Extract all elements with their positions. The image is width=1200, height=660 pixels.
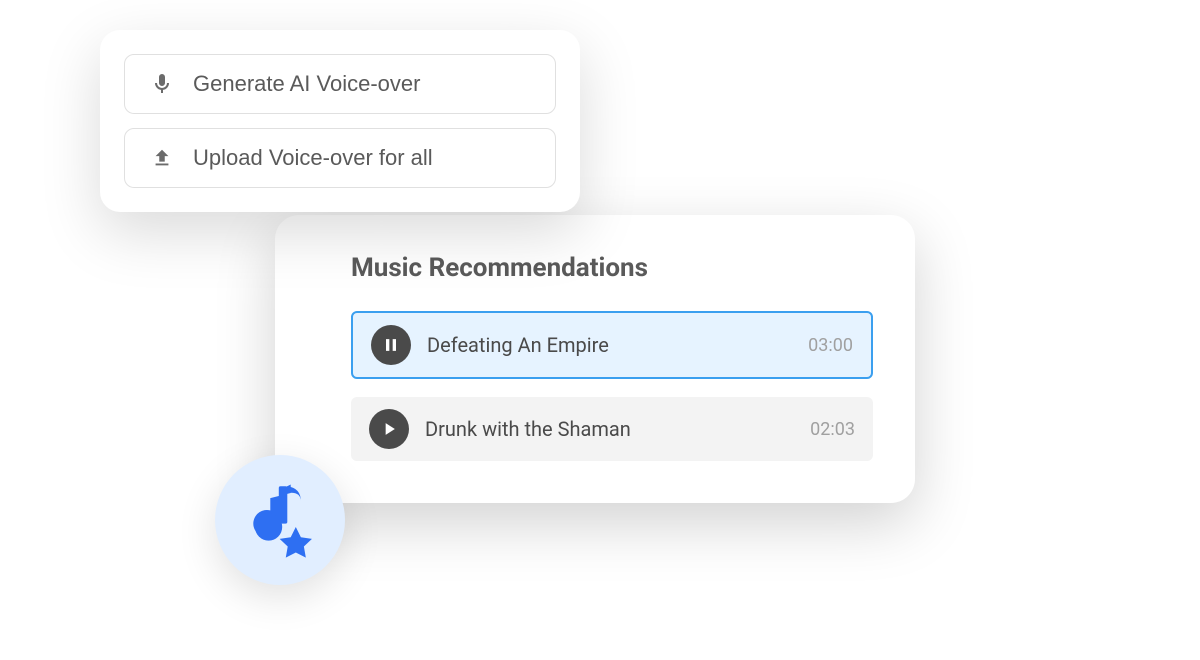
upload-icon: [149, 145, 175, 171]
music-note-star-icon: [238, 476, 323, 565]
upload-voiceover-label: Upload Voice-over for all: [193, 145, 433, 171]
play-icon[interactable]: [369, 409, 409, 449]
microphone-icon: [149, 71, 175, 97]
track-name: Drunk with the Shaman: [425, 417, 794, 441]
generate-voiceover-button[interactable]: Generate AI Voice-over: [124, 54, 556, 114]
music-badge: [215, 455, 345, 585]
generate-voiceover-label: Generate AI Voice-over: [193, 71, 420, 97]
track-duration: 03:00: [808, 335, 853, 356]
track-row[interactable]: Defeating An Empire 03:00: [351, 311, 873, 379]
music-panel-title: Music Recommendations: [351, 253, 873, 283]
track-name: Defeating An Empire: [427, 333, 792, 357]
track-row[interactable]: Drunk with the Shaman 02:03: [351, 397, 873, 461]
pause-icon[interactable]: [371, 325, 411, 365]
track-duration: 02:03: [810, 419, 855, 440]
music-recommendations-panel: Music Recommendations Defeating An Empir…: [275, 215, 915, 503]
voice-over-panel: Generate AI Voice-over Upload Voice-over…: [100, 30, 580, 212]
upload-voiceover-button[interactable]: Upload Voice-over for all: [124, 128, 556, 188]
